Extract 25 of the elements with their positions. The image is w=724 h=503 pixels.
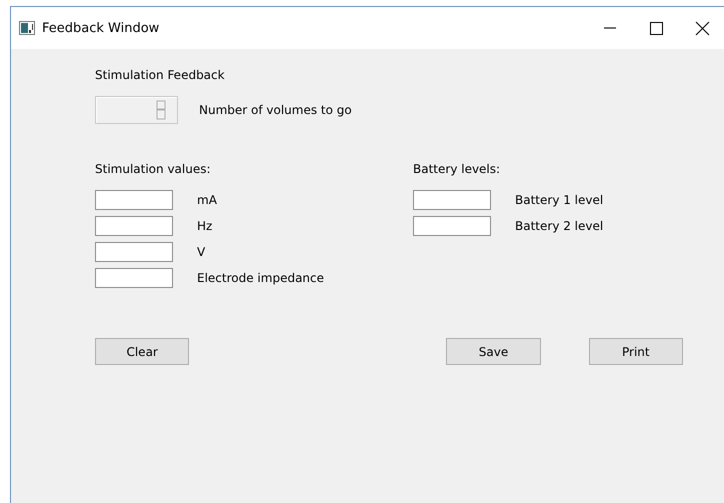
field-label: V <box>197 245 206 259</box>
input-field[interactable] <box>95 190 173 210</box>
input-field[interactable] <box>95 268 173 288</box>
maximize-icon <box>650 22 662 34</box>
push-button[interactable]: Clear <box>95 338 190 365</box>
push-button[interactable]: Print <box>588 338 683 365</box>
section-label: Stimulation values: <box>95 162 212 176</box>
input-field[interactable] <box>95 242 173 262</box>
field-label: Battery 1 level <box>515 193 604 207</box>
field-label: Battery 2 level <box>515 219 604 233</box>
counter-label: Number of volumes to go <box>199 103 352 117</box>
input-field[interactable] <box>413 216 491 236</box>
field-label: Electrode impedance <box>197 271 324 285</box>
app-icon <box>19 21 35 35</box>
close-icon <box>695 21 709 35</box>
section-heading: Stimulation Feedback <box>95 68 226 82</box>
lcd-digit-icon <box>156 100 166 120</box>
field-label: mA <box>197 193 217 207</box>
field-label: Hz <box>197 219 212 233</box>
section-label: Battery levels: <box>413 162 502 176</box>
window-title: Feedback Window <box>42 20 160 36</box>
minimize-icon <box>603 27 616 28</box>
input-field[interactable] <box>95 216 173 236</box>
input-field[interactable] <box>413 190 491 210</box>
push-button[interactable]: Save <box>446 338 541 365</box>
